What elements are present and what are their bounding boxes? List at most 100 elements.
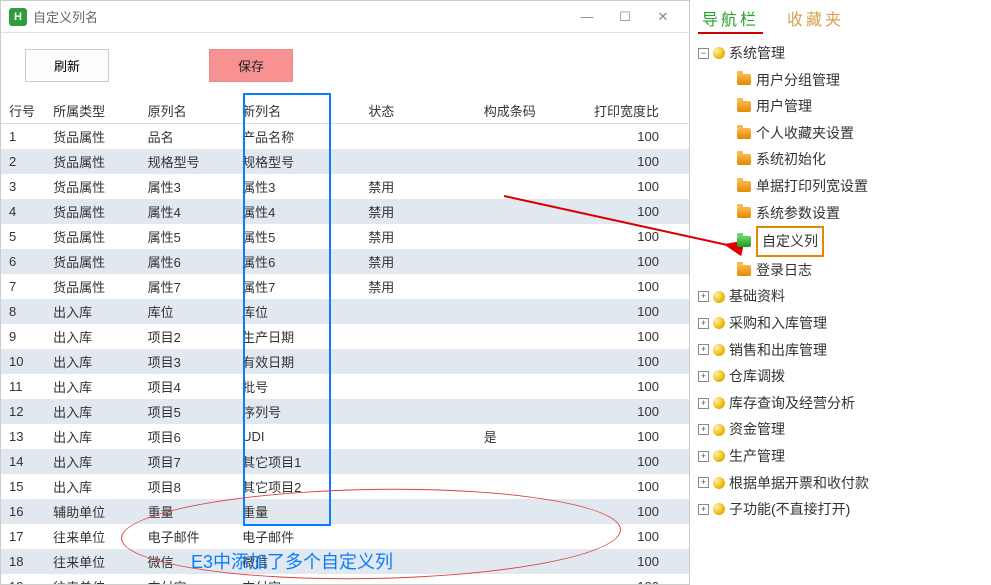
cell-newn[interactable]: 序列号 xyxy=(234,399,360,424)
cell-type[interactable]: 货品属性 xyxy=(45,249,140,274)
cell-newn[interactable]: 规格型号 xyxy=(234,149,360,174)
cell-n[interactable]: 13 xyxy=(1,424,45,449)
cell-ratio[interactable]: 100 xyxy=(581,149,689,174)
cell-newn[interactable]: 属性5 xyxy=(234,224,360,249)
cell-orig[interactable]: 属性7 xyxy=(140,274,235,299)
cell-status[interactable] xyxy=(360,374,476,399)
close-button[interactable]: ✕ xyxy=(645,5,681,29)
cell-type[interactable]: 货品属性 xyxy=(45,149,140,174)
col-header-barcode[interactable]: 构成条码 xyxy=(476,98,581,124)
tree-label[interactable]: 单据打印列宽设置 xyxy=(756,173,868,200)
cell-n[interactable]: 6 xyxy=(1,249,45,274)
cell-type[interactable]: 货品属性 xyxy=(45,174,140,199)
cell-ratio[interactable]: 100 xyxy=(581,499,689,524)
cell-newn[interactable]: 电子邮件 xyxy=(234,524,360,549)
table-row[interactable]: 9出入库项目2生产日期100 xyxy=(1,324,689,349)
cell-bc[interactable] xyxy=(476,249,581,274)
cell-ratio[interactable]: 100 xyxy=(581,574,689,584)
cell-n[interactable]: 19 xyxy=(1,574,45,584)
cell-type[interactable]: 辅助单位 xyxy=(45,499,140,524)
tree-label[interactable]: 采购和入库管理 xyxy=(729,310,827,337)
cell-newn[interactable]: 属性7 xyxy=(234,274,360,299)
cell-orig[interactable]: 属性6 xyxy=(140,249,235,274)
expand-icon[interactable]: + xyxy=(698,318,709,329)
tree-label[interactable]: 个人收藏夹设置 xyxy=(756,120,854,147)
tree-label[interactable]: 系统管理 xyxy=(729,40,785,67)
tree-node[interactable]: +库存查询及经营分析 xyxy=(698,390,983,417)
cell-orig[interactable]: 项目3 xyxy=(140,349,235,374)
expand-icon[interactable]: + xyxy=(698,371,709,382)
table-row[interactable]: 13出入库项目6UDI是100 xyxy=(1,424,689,449)
tree-node[interactable]: +销售和出库管理 xyxy=(698,337,983,364)
cell-status[interactable] xyxy=(360,549,476,574)
cell-bc[interactable] xyxy=(476,399,581,424)
tree-node[interactable]: +资金管理 xyxy=(698,416,983,443)
cell-type[interactable]: 往来单位 xyxy=(45,574,140,584)
tree-label[interactable]: 用户管理 xyxy=(756,93,812,120)
cell-type[interactable]: 往来单位 xyxy=(45,524,140,549)
cell-bc[interactable] xyxy=(476,574,581,584)
cell-n[interactable]: 9 xyxy=(1,324,45,349)
cell-n[interactable]: 16 xyxy=(1,499,45,524)
col-header-orig[interactable]: 原列名 xyxy=(140,98,235,124)
cell-ratio[interactable]: 100 xyxy=(581,299,689,324)
cell-bc[interactable] xyxy=(476,524,581,549)
cell-status[interactable] xyxy=(360,299,476,324)
cell-orig[interactable]: 项目7 xyxy=(140,449,235,474)
cell-type[interactable]: 出入库 xyxy=(45,424,140,449)
table-row[interactable]: 8出入库库位库位100 xyxy=(1,299,689,324)
tree-label[interactable]: 登录日志 xyxy=(756,257,812,284)
refresh-button[interactable]: 刷新 xyxy=(25,49,109,82)
table-row[interactable]: 18往来单位微信微信100 xyxy=(1,549,689,574)
cell-status[interactable] xyxy=(360,524,476,549)
cell-orig[interactable]: 项目2 xyxy=(140,324,235,349)
cell-status[interactable] xyxy=(360,499,476,524)
tree-node[interactable]: 系统参数设置 xyxy=(698,200,983,227)
cell-newn[interactable]: 生产日期 xyxy=(234,324,360,349)
tree-node[interactable]: 用户管理 xyxy=(698,93,983,120)
cell-orig[interactable]: 项目5 xyxy=(140,399,235,424)
cell-type[interactable]: 货品属性 xyxy=(45,124,140,150)
col-header-status[interactable]: 状态 xyxy=(360,98,476,124)
cell-orig[interactable]: 规格型号 xyxy=(140,149,235,174)
cell-status[interactable] xyxy=(360,149,476,174)
table-row[interactable]: 4货品属性属性4属性4禁用100 xyxy=(1,199,689,224)
expand-icon[interactable]: − xyxy=(698,48,709,59)
cell-type[interactable]: 出入库 xyxy=(45,399,140,424)
cell-orig[interactable]: 支付宝 xyxy=(140,574,235,584)
cell-ratio[interactable]: 100 xyxy=(581,174,689,199)
tree-label[interactable]: 基础资料 xyxy=(729,283,785,310)
cell-newn[interactable]: 微信 xyxy=(234,549,360,574)
cell-type[interactable]: 出入库 xyxy=(45,474,140,499)
table-row[interactable]: 1货品属性品名产品名称100 xyxy=(1,124,689,150)
table-row[interactable]: 16辅助单位重量重量100 xyxy=(1,499,689,524)
cell-orig[interactable]: 属性4 xyxy=(140,199,235,224)
cell-type[interactable]: 出入库 xyxy=(45,374,140,399)
col-header-row[interactable]: 行号 xyxy=(1,98,45,124)
cell-type[interactable]: 出入库 xyxy=(45,449,140,474)
tree-label[interactable]: 仓库调拨 xyxy=(729,363,785,390)
cell-orig[interactable]: 项目8 xyxy=(140,474,235,499)
cell-status[interactable] xyxy=(360,424,476,449)
cell-ratio[interactable]: 100 xyxy=(581,549,689,574)
cell-n[interactable]: 8 xyxy=(1,299,45,324)
cell-orig[interactable]: 库位 xyxy=(140,299,235,324)
tree-node[interactable]: +子功能(不直接打开) xyxy=(698,496,983,523)
cell-ratio[interactable]: 100 xyxy=(581,249,689,274)
cell-status[interactable]: 禁用 xyxy=(360,174,476,199)
cell-ratio[interactable]: 100 xyxy=(581,274,689,299)
tree-label[interactable]: 根据单据开票和收付款 xyxy=(729,470,869,497)
table-row[interactable]: 5货品属性属性5属性5禁用100 xyxy=(1,224,689,249)
cell-n[interactable]: 14 xyxy=(1,449,45,474)
cell-status[interactable] xyxy=(360,349,476,374)
tree-node[interactable]: 登录日志 xyxy=(698,257,983,284)
tree-label[interactable]: 销售和出库管理 xyxy=(729,337,827,364)
table-row[interactable]: 11出入库项目4批号100 xyxy=(1,374,689,399)
cell-n[interactable]: 5 xyxy=(1,224,45,249)
cell-orig[interactable]: 微信 xyxy=(140,549,235,574)
col-header-ratio[interactable]: 打印宽度比 xyxy=(581,98,689,124)
expand-icon[interactable]: + xyxy=(698,424,709,435)
tree-node[interactable]: 系统初始化 xyxy=(698,146,983,173)
cell-n[interactable]: 10 xyxy=(1,349,45,374)
cell-n[interactable]: 2 xyxy=(1,149,45,174)
